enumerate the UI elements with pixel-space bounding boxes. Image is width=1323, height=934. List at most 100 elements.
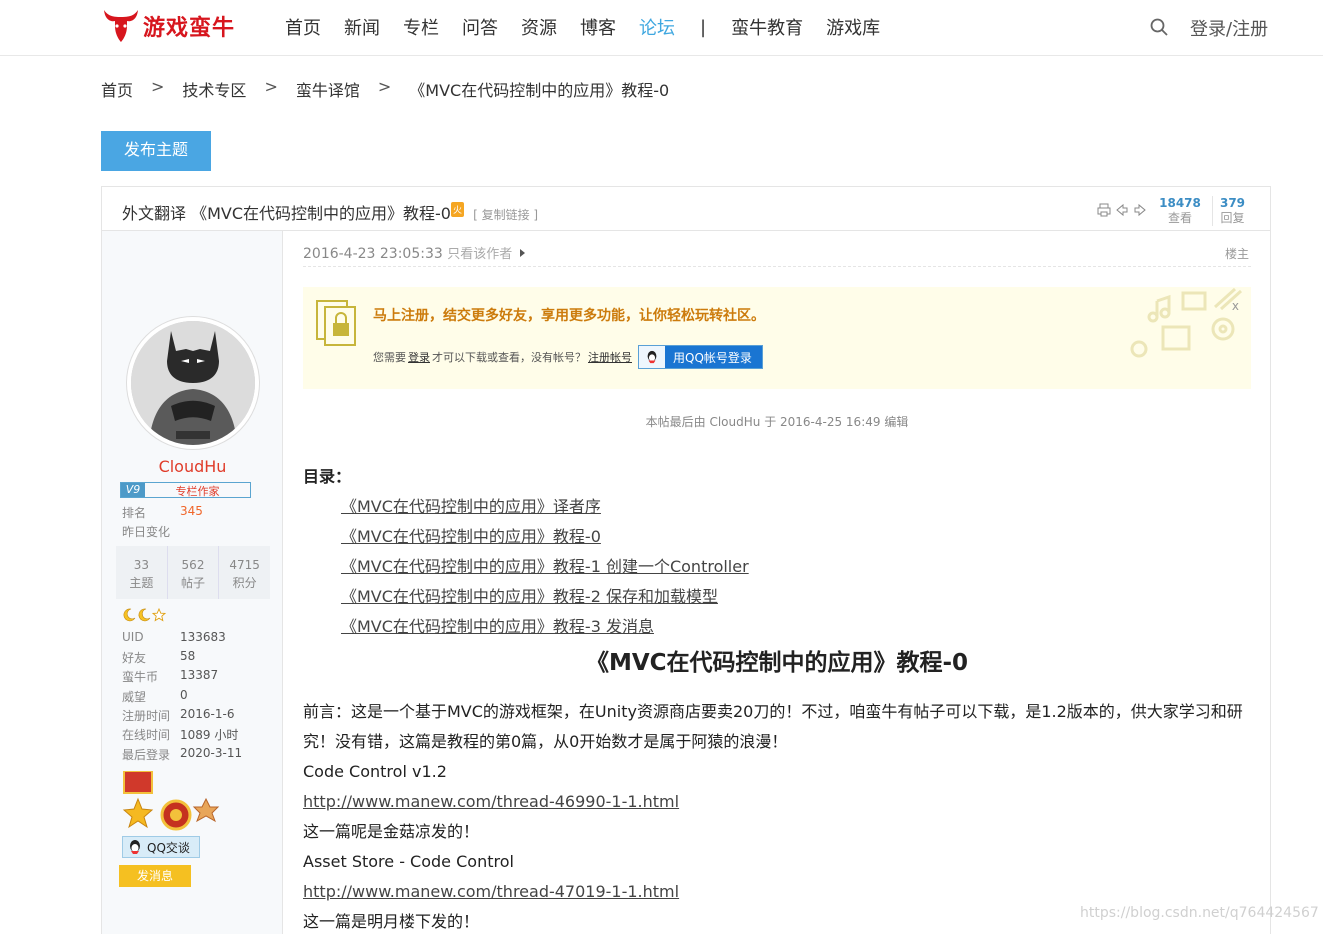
preface-line: 究！没有错，这篇是教程的第0篇，从0开始数才是属于阿猿的浪漫！	[303, 732, 788, 751]
replies-count: 379	[1219, 196, 1246, 210]
info-key: UID	[122, 630, 144, 644]
login-link[interactable]: 登录	[408, 349, 430, 365]
bull-logo-icon	[104, 10, 138, 42]
register-prompt: 马上注册，结交更多好友，享用更多功能，让你轻松玩转社区。 您需要 登录 才可以下…	[303, 287, 1251, 389]
info-key: 蛮牛币	[122, 670, 159, 684]
info-key: 最后登录	[122, 748, 171, 762]
info-row: 好友 58	[122, 649, 195, 666]
previous-thread-icon[interactable]	[1115, 203, 1129, 217]
qq-chat-button[interactable]: QQ交谈	[122, 836, 200, 858]
rank-value: 345	[180, 504, 203, 518]
toc-link[interactable]: 《MVC在代码控制中的应用》教程-1 创建一个Controller	[341, 553, 749, 577]
thread-container: 外文翻译 《MVC在代码控制中的应用》教程-0 火 [ 复制链接 ] 18478 …	[101, 186, 1271, 934]
breadcrumb-translation-hall[interactable]: 蛮牛译馆	[296, 77, 360, 101]
info-value: 0	[180, 688, 188, 702]
lock-document-icon	[316, 300, 356, 346]
info-row: 最后登录 2020-3-11	[122, 746, 242, 763]
replies-stat: 379 回复	[1212, 196, 1252, 226]
nav-item-news[interactable]: 新闻	[344, 14, 380, 40]
breadcrumb-separator: >	[151, 77, 165, 96]
close-icon[interactable]: x	[1232, 299, 1239, 313]
toc-link[interactable]: 《MVC在代码控制中的应用》教程-2 保存和加载模型	[341, 583, 718, 607]
count-label: 帖子	[181, 576, 206, 590]
publish-thread-button[interactable]: 发布主题	[101, 131, 211, 171]
toc-title: 目录：	[303, 467, 352, 486]
breadcrumb-current-thread[interactable]: 《MVC在代码控制中的应用》教程-0	[409, 77, 669, 101]
info-value: 2016-1-6	[180, 707, 235, 721]
count-num: 562	[181, 558, 205, 572]
moon-icon	[123, 608, 136, 622]
post-meta: 2016-4-23 23:05:33 只看该作者 楼主	[303, 243, 1251, 267]
count-num: 33	[133, 558, 149, 572]
login-register-link[interactable]: 登录/注册	[1190, 15, 1268, 41]
qq-login-button[interactable]: 用QQ帐号登录	[638, 345, 763, 369]
info-row: UID 133683	[122, 630, 226, 644]
nav-item-qa[interactable]: 问答	[462, 14, 498, 40]
qq-penguin-icon	[639, 346, 665, 368]
qq-penguin-icon	[130, 840, 140, 854]
star-icon	[152, 608, 166, 622]
nav-item-game-library[interactable]: 游戏库	[826, 14, 880, 40]
toc-link[interactable]: 《MVC在代码控制中的应用》教程-3 发消息	[341, 613, 654, 637]
info-key: 威望	[122, 690, 147, 704]
change-label: 昨日变化	[122, 525, 171, 539]
moon-icon	[138, 608, 151, 622]
qq-chat-label: QQ交谈	[147, 840, 190, 855]
breadcrumb-home[interactable]: 首页	[101, 77, 133, 101]
register-title: 马上注册，结交更多好友，享用更多功能，让你轻松玩转社区。	[373, 308, 765, 324]
views-stat: 18478 查看	[1157, 196, 1203, 226]
preface-line: 前言：这是一个基于MVC的游戏框架，在Unity资源商店要卖20刀的！不过，咱蛮…	[303, 702, 1243, 721]
count-label: 主题	[129, 576, 154, 590]
search-icon[interactable]	[1149, 17, 1169, 37]
info-value: 2020-3-11	[180, 746, 243, 760]
nav-item-blog[interactable]: 博客	[580, 14, 616, 40]
thread-title: 外文翻译 《MVC在代码控制中的应用》教程-0 火 [ 复制链接 ]	[122, 200, 538, 224]
nav-item-home[interactable]: 首页	[285, 14, 321, 40]
medal-icons	[122, 770, 220, 831]
only-author-link[interactable]: 只看该作者	[447, 247, 512, 262]
author-name[interactable]: CloudHu	[102, 457, 283, 476]
info-row: 注册时间 2016-1-6	[122, 707, 234, 724]
toc-link[interactable]: 《MVC在代码控制中的应用》教程-0	[341, 523, 601, 547]
post-date: 2016-4-23 23:05:33	[303, 246, 443, 262]
count-points[interactable]: 4715 积分	[219, 546, 270, 599]
nav-item-forum[interactable]: 论坛	[639, 14, 675, 40]
thread-title-text: 外文翻译 《MVC在代码控制中的应用》教程-0	[122, 204, 451, 223]
content-link[interactable]: http://www.manew.com/thread-47019-1-1.ht…	[303, 877, 679, 907]
print-icon[interactable]	[1097, 203, 1111, 217]
breadcrumb-separator: >	[377, 77, 392, 96]
content-line: 这一篇是明月楼下发的！	[303, 912, 480, 931]
triangle-right-icon[interactable]	[517, 248, 527, 258]
main-nav: 首页 新闻 专栏 问答 资源 博客 论坛 | 蛮牛教育 游戏库	[285, 14, 903, 40]
batman-avatar-icon	[131, 321, 255, 445]
level-icons	[122, 608, 166, 622]
register-text: 您需要	[373, 351, 406, 364]
register-link[interactable]: 注册帐号	[588, 349, 632, 365]
info-key: 好友	[122, 651, 147, 665]
info-row: 蛮牛币 13387	[122, 668, 218, 685]
content-link[interactable]: http://www.manew.com/thread-46990-1-1.ht…	[303, 787, 679, 817]
logo-text: 游戏蛮牛	[143, 16, 236, 41]
info-value: 133683	[180, 630, 226, 644]
rank-row: 排名 345	[122, 504, 203, 521]
nav-item-resources[interactable]: 资源	[521, 14, 557, 40]
next-thread-icon[interactable]	[1133, 203, 1147, 217]
breadcrumb-tech-zone[interactable]: 技术专区	[182, 77, 246, 101]
thread-header: 外文翻译 《MVC在代码控制中的应用》教程-0 火 [ 复制链接 ] 18478 …	[102, 187, 1270, 231]
thread-tools	[1097, 203, 1147, 217]
info-key: 在线时间	[122, 728, 171, 742]
info-row: 威望 0	[122, 688, 188, 705]
count-posts[interactable]: 562 帖子	[168, 546, 220, 599]
copy-link-button[interactable]: [ 复制链接 ]	[473, 208, 538, 222]
toc-link[interactable]: 《MVC在代码控制中的应用》译者序	[341, 493, 601, 517]
count-num: 4715	[229, 558, 260, 572]
avatar[interactable]	[127, 317, 259, 449]
nav-item-column[interactable]: 专栏	[403, 14, 439, 40]
content-line: 这一篇呢是金菇凉发的！	[303, 822, 480, 841]
replies-label: 回复	[1220, 211, 1245, 225]
send-message-button[interactable]: 发消息	[119, 865, 191, 887]
nav-item-education[interactable]: 蛮牛教育	[731, 14, 803, 40]
site-logo[interactable]: 游戏蛮牛	[101, 6, 235, 46]
count-threads[interactable]: 33 主题	[116, 546, 168, 599]
author-level-badge: V9 专栏作家	[120, 482, 251, 498]
